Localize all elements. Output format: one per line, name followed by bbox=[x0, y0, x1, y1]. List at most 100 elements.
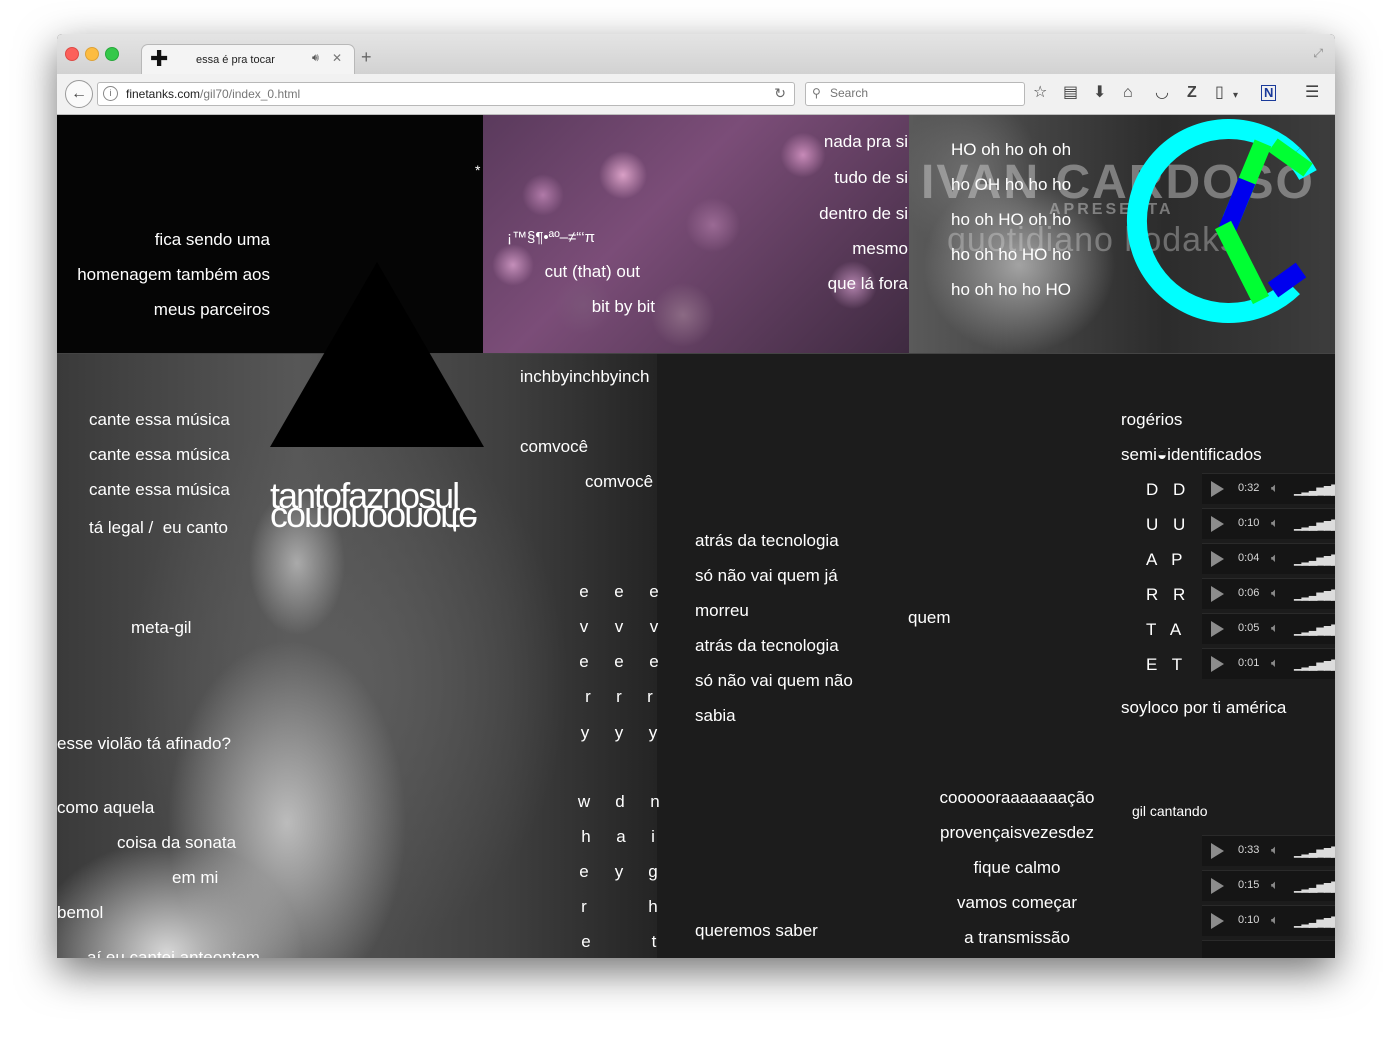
play-icon[interactable] bbox=[1211, 621, 1224, 637]
audio-player[interactable]: 0:10 🔈︎ ▁▂▃▅▆▇ bbox=[1202, 905, 1335, 936]
home-icon[interactable]: ⌂ bbox=[1123, 84, 1133, 102]
back-button[interactable]: ← bbox=[65, 80, 93, 108]
zoom-window-button[interactable] bbox=[105, 47, 119, 61]
coraacao-line: coooooraaaaaaação bbox=[939, 788, 1095, 807]
ho-line: ho oh ho HO ho bbox=[951, 245, 1072, 264]
queremos-text: queremos saber bbox=[695, 921, 818, 940]
audio-player[interactable]: 0:10 🔈︎ ▁▂▃▅▆▇ bbox=[1202, 508, 1335, 539]
volume-bars-icon[interactable]: ▁▂▃▅▆▇ bbox=[1294, 880, 1335, 893]
time-display: 0:05 bbox=[1238, 622, 1260, 634]
letter: v bbox=[614, 617, 624, 636]
menu-icon[interactable]: ☰ bbox=[1305, 84, 1319, 102]
letter: e bbox=[581, 932, 591, 951]
play-icon[interactable] bbox=[1211, 843, 1224, 859]
play-icon[interactable] bbox=[1211, 656, 1224, 672]
volume-bars-icon[interactable]: ▁▂▃▅▆▇ bbox=[1294, 915, 1335, 928]
audio-player[interactable]: 0:06 🔈︎ ▁▂▃▅▆▇ bbox=[1202, 578, 1335, 609]
speaker-icon[interactable]: 🔈︎ bbox=[1271, 877, 1279, 893]
rogerios-text: rogérios bbox=[1121, 410, 1183, 429]
player-label: E T bbox=[1146, 655, 1188, 674]
reading-list-icon[interactable]: ▤ bbox=[1063, 84, 1078, 102]
page-icon[interactable]: ▯ bbox=[1215, 84, 1224, 102]
speaker-icon[interactable]: 🔈︎ bbox=[1271, 515, 1279, 531]
tech-line: sabia bbox=[695, 706, 736, 725]
letter: r bbox=[647, 687, 653, 706]
semi-text: semi◒identificados bbox=[1121, 445, 1262, 464]
ho-line: ho OH ho ho ho bbox=[951, 175, 1072, 194]
speaker-icon[interactable]: 🔊︎ bbox=[312, 52, 319, 65]
volume-bars-icon[interactable]: ▁▂▃▅▆▇ bbox=[1294, 623, 1335, 636]
audio-player[interactable]: 0:05 🔈︎ ▁▂▃▅▆▇ bbox=[1202, 613, 1335, 644]
speaker-icon[interactable]: 🔈︎ bbox=[1271, 585, 1279, 601]
volume-bars-icon[interactable]: ▁▂▃▅▆▇ bbox=[1294, 588, 1335, 601]
play-icon[interactable] bbox=[1211, 551, 1224, 567]
close-window-button[interactable] bbox=[65, 47, 79, 61]
ho-line: HO oh ho oh oh bbox=[951, 140, 1072, 159]
speaker-icon[interactable]: 🔈︎ bbox=[1271, 655, 1279, 671]
speaker-icon[interactable]: 🔈︎ bbox=[1271, 842, 1279, 858]
dropdown-icon[interactable]: ▾ bbox=[1233, 87, 1238, 105]
search-bar[interactable]: ⚲ bbox=[805, 82, 1025, 106]
url-bar[interactable]: i finetanks.com/gil70/index_0.html ↻ bbox=[97, 82, 795, 106]
letter: e bbox=[579, 652, 589, 671]
speaker-icon[interactable]: 🔈︎ bbox=[1271, 550, 1279, 566]
pocket-icon[interactable]: ◡ bbox=[1155, 84, 1169, 102]
new-tab-button[interactable]: + bbox=[361, 48, 372, 66]
audio-player[interactable]: 0:15 🔈︎ ▁▂▃▅▆▇ bbox=[1202, 870, 1335, 901]
volume-bars-icon[interactable]: ▁▂▃▅▆▇ bbox=[1294, 483, 1335, 496]
volume-bars-icon[interactable]: ▁▂▃▅▆▇ bbox=[1294, 518, 1335, 531]
info-icon[interactable]: i bbox=[103, 86, 118, 101]
comvoce-text: comvocê bbox=[585, 472, 654, 491]
coraacao-line: a transmissão bbox=[964, 928, 1070, 947]
text-line: aí eu cantei anteontem bbox=[87, 948, 260, 958]
letter: e bbox=[649, 652, 659, 671]
speaker-icon[interactable]: 🔈︎ bbox=[1271, 620, 1279, 636]
text-line: mesmo bbox=[852, 239, 908, 258]
letter: g bbox=[648, 862, 658, 881]
violao-text: esse violão tá afinado? bbox=[57, 734, 231, 753]
row-divider bbox=[57, 353, 1335, 354]
audio-player[interactable]: 0:01 🔈︎ ▁▂▃▅▆▇ bbox=[1202, 648, 1335, 679]
text-line: coisa da sonata bbox=[117, 833, 237, 852]
tab-active[interactable]: ✚ essa é pra tocar 🔊︎ ✕ bbox=[141, 44, 355, 76]
download-icon[interactable]: ⬇ bbox=[1093, 84, 1106, 102]
volume-bars-icon[interactable]: ▁▂▃▅▆▇ bbox=[1294, 553, 1335, 566]
search-input[interactable] bbox=[828, 85, 1017, 101]
plus-icon: ✚ bbox=[150, 46, 169, 71]
player-label: D D bbox=[1146, 480, 1191, 499]
text-line: bit by bit bbox=[591, 297, 655, 316]
tab-title: essa é pra tocar bbox=[196, 54, 275, 66]
speaker-icon[interactable]: 🔈︎ bbox=[1271, 912, 1279, 928]
tech-line: atrás da tecnologia bbox=[695, 531, 839, 550]
bookmark-star-icon[interactable]: ☆ bbox=[1033, 84, 1047, 102]
tech-line: morreu bbox=[695, 601, 749, 620]
zotero-icon[interactable]: Z bbox=[1187, 84, 1197, 102]
volume-bars-icon[interactable]: ▁▂▃▅▆▇ bbox=[1294, 845, 1335, 858]
play-icon[interactable] bbox=[1211, 878, 1224, 894]
fullscreen-icon[interactable]: ⤢ bbox=[1313, 46, 1323, 61]
coraacao-line: provençaisvezesdez bbox=[939, 823, 1095, 842]
audio-player[interactable]: 0:04 🔈︎ ▁▂▃▅▆▇ bbox=[1202, 543, 1335, 574]
text-line: que lá fora bbox=[827, 274, 908, 293]
play-icon[interactable] bbox=[1211, 586, 1224, 602]
play-icon[interactable] bbox=[1211, 913, 1224, 929]
minimize-window-button[interactable] bbox=[85, 47, 99, 61]
letter: y bbox=[614, 862, 624, 881]
volume-bars-icon[interactable]: ▁▂▃▅▆▇ bbox=[1294, 658, 1335, 671]
text-line: como aquela bbox=[57, 798, 155, 817]
close-tab-icon[interactable]: ✕ bbox=[332, 51, 342, 65]
audio-player[interactable]: 0:33 🔈︎ ▁▂▃▅▆▇ bbox=[1202, 835, 1335, 866]
speaker-icon[interactable]: 🔈︎ bbox=[1271, 480, 1279, 496]
audio-player[interactable] bbox=[1202, 940, 1335, 958]
letter: r bbox=[616, 687, 622, 706]
ho-line: ho oh ho ho HO bbox=[951, 280, 1072, 299]
time-display: 0:06 bbox=[1238, 587, 1260, 599]
time-display: 0:15 bbox=[1238, 879, 1260, 891]
audio-player[interactable]: 0:32 🔈︎ ▁▂▃▅▆▇ bbox=[1202, 473, 1335, 504]
play-icon[interactable] bbox=[1211, 481, 1224, 497]
reload-icon[interactable]: ↻ bbox=[774, 85, 786, 102]
coraacao-line: vamos começar bbox=[957, 893, 1077, 912]
play-icon[interactable] bbox=[1211, 516, 1224, 532]
addon-n-icon[interactable]: N bbox=[1261, 85, 1277, 101]
letter: r bbox=[585, 687, 591, 706]
